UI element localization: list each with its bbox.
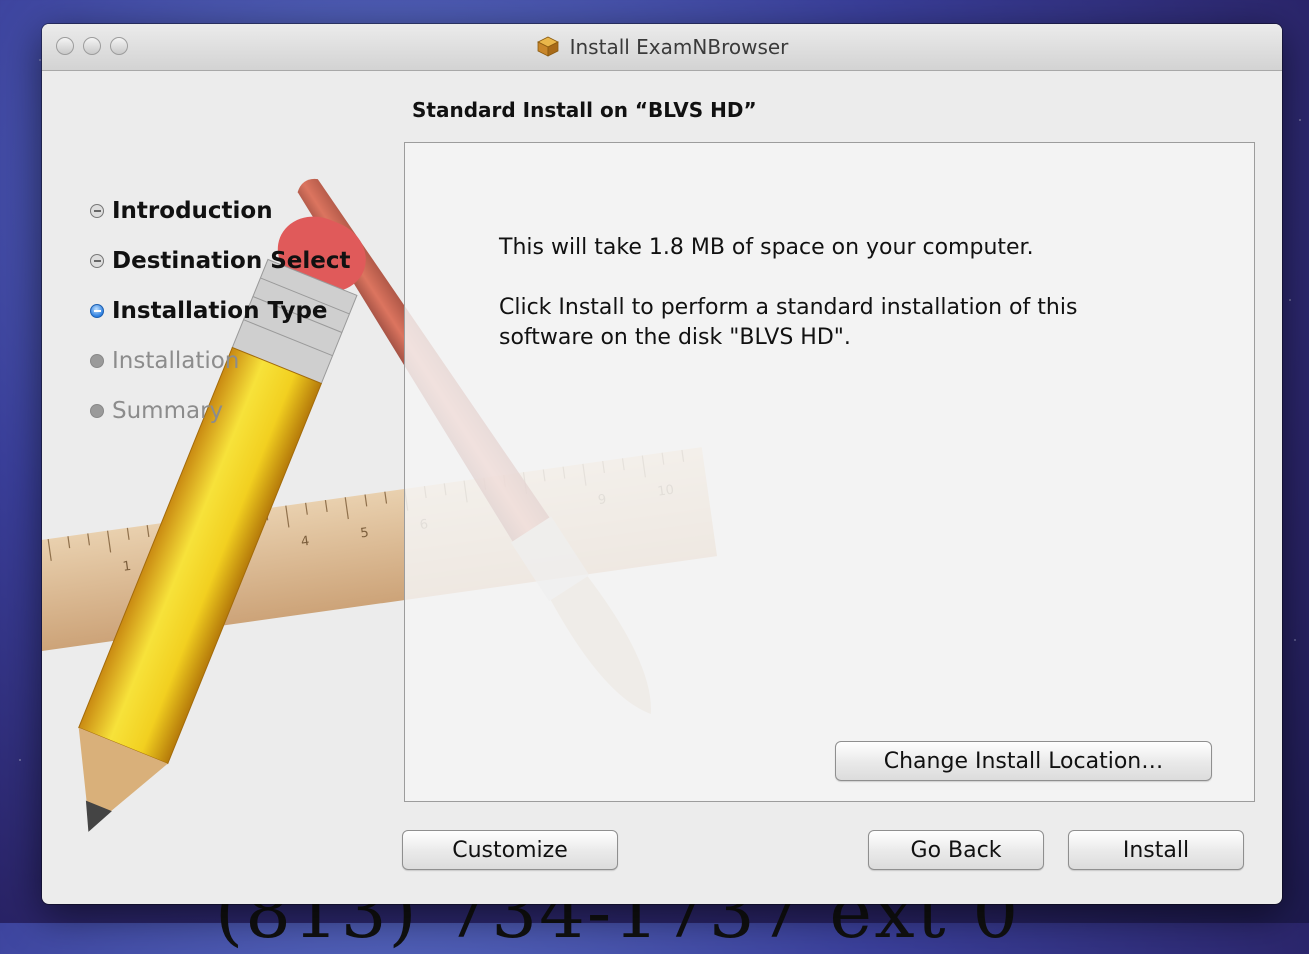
- window-title-group: Install ExamNBrowser: [42, 35, 1282, 59]
- package-icon: [536, 36, 559, 57]
- step-installation: Installation: [90, 336, 351, 386]
- install-button[interactable]: Install: [1068, 830, 1244, 870]
- change-install-location-button[interactable]: Change Install Location…: [835, 741, 1212, 781]
- step-destination-select: Destination Select: [90, 236, 351, 286]
- content-panel: This will take 1.8 MB of space on your c…: [404, 142, 1255, 802]
- install-instructions-text: Click Install to perform a standard inst…: [499, 295, 1078, 350]
- installer-steps: Introduction Destination Select Installa…: [90, 186, 351, 436]
- installer-window: Install ExamNBrowser 1 4 5 Standard Inst…: [42, 24, 1282, 904]
- step-label: Summary: [112, 398, 224, 424]
- step-introduction: Introduction: [90, 186, 351, 236]
- title-bar[interactable]: Install ExamNBrowser: [42, 24, 1282, 71]
- step-completed-icon: [90, 204, 104, 218]
- go-back-button[interactable]: Go Back: [868, 830, 1044, 870]
- step-installation-type: Installation Type: [90, 286, 351, 336]
- step-completed-icon: [90, 254, 104, 268]
- step-pending-icon: [90, 404, 104, 418]
- step-summary: Summary: [90, 386, 351, 436]
- customize-button[interactable]: Customize: [402, 830, 618, 870]
- step-pending-icon: [90, 354, 104, 368]
- page-heading: Standard Install on “BLVS HD”: [412, 98, 757, 122]
- space-required-text: This will take 1.8 MB of space on your c…: [499, 235, 1034, 260]
- step-label: Installation Type: [112, 298, 328, 324]
- step-label: Introduction: [112, 198, 273, 224]
- step-current-icon: [90, 304, 104, 318]
- step-label: Destination Select: [112, 248, 351, 274]
- window-title: Install ExamNBrowser: [569, 35, 789, 59]
- step-label: Installation: [112, 348, 240, 374]
